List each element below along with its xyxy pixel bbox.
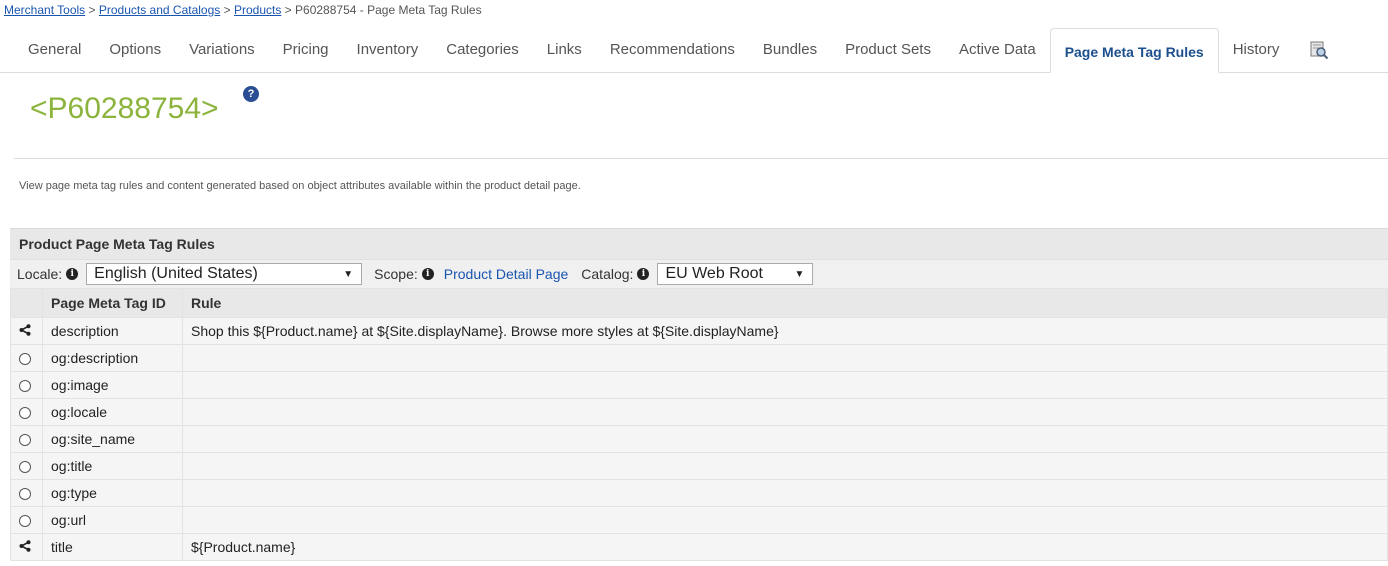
breadcrumb-link-products[interactable]: Products — [234, 3, 281, 17]
column-header-page-meta-tag-id: Page Meta Tag ID — [42, 288, 183, 318]
tab-general[interactable]: General — [14, 28, 95, 73]
row-icon-cell — [10, 533, 43, 561]
table-row[interactable]: og:image — [10, 371, 1388, 399]
tab-bundles[interactable]: Bundles — [749, 28, 831, 73]
filter-bar: Locale: i English (United States) ▼ Scop… — [10, 259, 1388, 288]
row-icon-cell — [10, 398, 43, 426]
tab-options[interactable]: Options — [95, 28, 175, 73]
tab-active-data[interactable]: Active Data — [945, 28, 1050, 73]
tab-history[interactable]: History — [1219, 28, 1294, 73]
row-icon-cell — [10, 371, 43, 399]
breadcrumb-separator: > — [88, 3, 96, 17]
row-icon-cell — [10, 425, 43, 453]
tab-product-sets[interactable]: Product Sets — [831, 28, 945, 73]
chevron-down-icon: ▼ — [343, 268, 354, 280]
meta-tag-id-cell: og:image — [42, 371, 183, 399]
scope-label: Scope: — [374, 266, 418, 282]
table-row[interactable]: description Shop this ${Product.name} at … — [10, 317, 1388, 345]
table-header-row: Page Meta Tag ID Rule — [10, 288, 1388, 318]
radio-icon[interactable] — [19, 515, 31, 528]
table-row[interactable]: og:locale — [10, 398, 1388, 426]
column-header-icon — [10, 288, 43, 318]
radio-icon[interactable] — [19, 407, 31, 420]
meta-tag-id-cell: og:site_name — [42, 425, 183, 453]
tab-pricing[interactable]: Pricing — [269, 28, 343, 73]
help-icon[interactable]: ? — [243, 86, 259, 102]
locale-label: Locale: — [17, 266, 63, 282]
catalog-select[interactable]: EU Web Root ▼ — [657, 263, 814, 285]
meta-tag-id-cell: og:type — [42, 479, 183, 507]
meta-tag-id-cell: description — [42, 317, 183, 345]
meta-tag-rules-table: Page Meta Tag ID Rule description Shop th… — [10, 288, 1388, 561]
catalog-label: Catalog: — [581, 266, 634, 282]
meta-tag-id-cell: og:locale — [42, 398, 183, 426]
radio-icon[interactable] — [19, 488, 31, 501]
share-icon — [19, 323, 31, 339]
breadcrumb-current: P60288754 - Page Meta Tag Rules — [295, 3, 482, 17]
radio-icon[interactable] — [19, 434, 31, 447]
row-icon-cell — [10, 479, 43, 507]
row-icon-cell — [10, 506, 43, 534]
meta-tag-id-cell: og:title — [42, 452, 183, 480]
locale-select-value: English (United States) — [94, 265, 258, 282]
catalog-select-value: EU Web Root — [665, 265, 763, 282]
radio-icon[interactable] — [19, 353, 31, 366]
radio-icon[interactable] — [19, 380, 31, 393]
row-icon-cell — [10, 344, 43, 372]
locale-info-icon[interactable]: i — [66, 268, 79, 280]
tab-bar: General Options Variations Pricing Inven… — [14, 28, 1388, 73]
locale-select[interactable]: English (United States) ▼ — [86, 263, 363, 285]
tab-inventory[interactable]: Inventory — [343, 28, 433, 73]
table-row[interactable]: title ${Product.name} — [10, 533, 1388, 561]
breadcrumb-separator: > — [223, 3, 231, 17]
page-description: View page meta tag rules and content gen… — [19, 180, 581, 192]
divider — [14, 158, 1388, 159]
rule-cell[interactable] — [182, 344, 1388, 372]
scope-link[interactable]: Product Detail Page — [444, 266, 569, 282]
table-row[interactable]: og:url — [10, 506, 1388, 534]
page-title: <P60288754> — [30, 92, 219, 125]
meta-tag-rules-panel: Product Page Meta Tag Rules Locale: i En… — [10, 228, 1388, 561]
meta-tag-id-cell: title — [42, 533, 183, 561]
rule-cell[interactable] — [182, 398, 1388, 426]
column-header-rule: Rule — [182, 288, 1388, 318]
preview-icon[interactable] — [1309, 28, 1331, 73]
chevron-down-icon: ▼ — [794, 268, 805, 280]
share-icon — [19, 539, 31, 555]
rule-cell[interactable] — [182, 479, 1388, 507]
rule-cell[interactable] — [182, 371, 1388, 399]
radio-icon[interactable] — [19, 461, 31, 474]
rule-cell[interactable]: Shop this ${Product.name} at ${Site.disp… — [182, 317, 1388, 345]
tab-recommendations[interactable]: Recommendations — [596, 28, 749, 73]
table-row[interactable]: og:title — [10, 452, 1388, 480]
meta-tag-id-cell: og:url — [42, 506, 183, 534]
table-row[interactable]: og:type — [10, 479, 1388, 507]
catalog-info-icon[interactable]: i — [637, 268, 650, 280]
tab-page-meta-tag-rules[interactable]: Page Meta Tag Rules — [1049, 28, 1219, 73]
panel-title: Product Page Meta Tag Rules — [10, 229, 1388, 259]
table-row[interactable]: og:description — [10, 344, 1388, 372]
rule-cell[interactable] — [182, 425, 1388, 453]
breadcrumb: Merchant Tools > Products and Catalogs >… — [4, 3, 482, 17]
rule-cell[interactable] — [182, 506, 1388, 534]
table-row[interactable]: og:site_name — [10, 425, 1388, 453]
breadcrumb-separator: > — [284, 3, 292, 17]
rule-cell[interactable] — [182, 452, 1388, 480]
breadcrumb-link-products-and-catalogs[interactable]: Products and Catalogs — [99, 3, 220, 17]
row-icon-cell — [10, 317, 43, 345]
row-icon-cell — [10, 452, 43, 480]
breadcrumb-link-merchant-tools[interactable]: Merchant Tools — [4, 3, 85, 17]
tab-links[interactable]: Links — [533, 28, 596, 73]
rule-cell[interactable]: ${Product.name} — [182, 533, 1388, 561]
scope-info-icon[interactable]: i — [421, 268, 434, 280]
tab-categories[interactable]: Categories — [432, 28, 533, 73]
tab-variations[interactable]: Variations — [175, 28, 269, 73]
meta-tag-id-cell: og:description — [42, 344, 183, 372]
